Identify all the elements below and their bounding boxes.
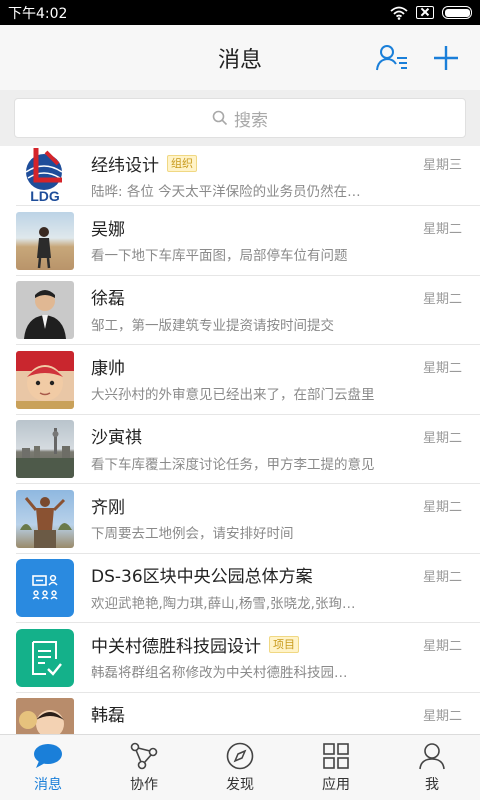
tab-messages[interactable]: 消息 <box>0 735 96 800</box>
tab-apps[interactable]: 应用 <box>288 735 384 800</box>
conversation-name: 吴娜 <box>91 219 125 240</box>
conversation-preview: 大兴孙村的外审意见已经出来了，在部门云盘里 <box>91 387 375 403</box>
bottom-tab-bar: 消息 协作 发现 应用 我 <box>0 734 480 800</box>
tab-collaboration[interactable]: 协作 <box>96 735 192 800</box>
conversation-item[interactable]: 齐刚 下周要去工地例会，请安排好时间 星期二 <box>0 484 480 554</box>
conversation-time: 星期二 <box>422 569 462 585</box>
conversation-preview: 陆晔: 各位 今天太平洋保险的业务员仍然在… <box>91 184 361 200</box>
search-placeholder: 搜索 <box>234 110 268 131</box>
statue-photo-icon <box>20 496 72 548</box>
add-button[interactable] <box>430 43 462 73</box>
conversation-item[interactable]: 吴娜 看一下地下车库平面图，局部停车位有问题 星期二 <box>0 206 480 276</box>
compass-icon <box>226 742 254 769</box>
conversation-preview: 欢迎武艳艳,陶力琪,薛山,杨雪,张晓龙,张珣… <box>91 595 356 612</box>
person-photo-icon <box>16 698 74 734</box>
conversation-time: 星期三 <box>422 158 462 173</box>
avatar <box>16 281 74 340</box>
city-photo-icon <box>16 428 74 479</box>
conversation-time: 星期二 <box>422 708 462 724</box>
avatar <box>16 628 74 687</box>
tab-label: 我 <box>425 776 439 793</box>
header: 消息 <box>0 25 480 90</box>
search-input[interactable]: 搜索 <box>14 98 466 138</box>
plus-icon <box>434 46 458 70</box>
org-tag: 组织 <box>167 154 197 172</box>
tab-discover[interactable]: 发现 <box>192 735 288 800</box>
tab-label: 协作 <box>130 776 158 793</box>
conversation-preview: 看一下地下车库平面图，局部停车位有问题 <box>91 248 348 264</box>
avatar <box>16 698 74 734</box>
conversation-list[interactable]: LDG 经纬设计 组织 陆晔: 各位 今天太平洋保险的业务员仍然在… 星期三 吴… <box>0 146 480 734</box>
person-icon <box>419 742 445 769</box>
conversation-item[interactable]: 沙寅祺 看下车库覆土深度讨论任务，甲方李工提的意见 星期二 <box>0 415 480 485</box>
person-photo-icon <box>24 290 66 340</box>
contacts-button[interactable] <box>376 43 408 73</box>
conversation-time: 星期二 <box>422 430 462 446</box>
conversation-item[interactable]: LDG 经纬设计 组织 陆晔: 各位 今天太平洋保险的业务员仍然在… 星期三 <box>0 146 480 206</box>
tab-label: 发现 <box>226 776 254 793</box>
contacts-icon <box>376 45 407 71</box>
avatar: LDG <box>16 146 74 204</box>
group-icon <box>32 575 58 600</box>
status-icons <box>390 6 472 20</box>
avatar <box>16 559 74 618</box>
conversation-name: 中关村德胜科技园设计 <box>91 636 261 657</box>
share-nodes-icon <box>130 742 158 769</box>
conversation-name: 康帅 <box>91 358 125 379</box>
conversation-time: 星期二 <box>422 639 462 654</box>
avatar <box>16 489 74 548</box>
person-photo-icon <box>37 226 51 268</box>
battery-icon <box>442 6 472 19</box>
conversation-item[interactable]: 康帅 大兴孙村的外审意见已经出来了，在部门云盘里 星期二 <box>0 345 480 415</box>
search-bar: 搜索 <box>0 90 480 146</box>
conversation-time: 星期二 <box>422 222 462 237</box>
tab-label: 消息 <box>34 776 62 793</box>
conversation-preview: 韩磊将群组名称修改为中关村德胜科技园… <box>91 665 348 681</box>
header-actions <box>376 43 462 73</box>
conversation-preview: 邹工，第一版建筑专业提资请按时间提交 <box>91 317 334 334</box>
conversation-time: 星期二 <box>422 500 462 515</box>
tab-me[interactable]: 我 <box>384 735 480 800</box>
conversation-name: 齐刚 <box>91 497 125 518</box>
conversation-item[interactable]: 徐磊 邹工，第一版建筑专业提资请按时间提交 星期二 <box>0 276 480 346</box>
page-title: 消息 <box>217 47 262 73</box>
status-time: 下午4:02 <box>8 5 68 22</box>
person-photo-icon <box>16 350 74 409</box>
conversation-time: 星期二 <box>422 361 462 376</box>
chat-bubble-icon <box>34 743 62 768</box>
ldg-logo-icon: LDG <box>25 148 63 204</box>
avatar <box>16 420 74 479</box>
conversation-name: 经纬设计 <box>91 155 159 176</box>
project-doc-icon <box>32 640 62 676</box>
logo-text: LDG <box>30 188 60 204</box>
conversation-item[interactable]: 中关村德胜科技园设计 项目 韩磊将群组名称修改为中关村德胜科技园… 星期二 <box>0 623 480 693</box>
no-sim-icon <box>416 6 434 19</box>
project-tag: 项目 <box>269 635 299 653</box>
conversation-preview: 下周要去工地例会，请安排好时间 <box>91 526 294 542</box>
conversation-name: DS-36区块中央公园总体方案 <box>91 567 313 587</box>
wifi-icon <box>390 6 408 20</box>
grid-icon <box>323 742 349 769</box>
tab-label: 应用 <box>322 776 350 793</box>
conversation-name: 沙寅祺 <box>91 428 142 448</box>
conversation-preview: 看下车库覆土深度讨论任务，甲方李工提的意见 <box>91 456 375 473</box>
avatar <box>16 350 74 409</box>
avatar <box>16 211 74 270</box>
search-icon <box>212 110 228 126</box>
conversation-name: 韩磊 <box>91 706 125 726</box>
conversation-item[interactable]: DS-36区块中央公园总体方案 欢迎武艳艳,陶力琪,薛山,杨雪,张晓龙,张珣… … <box>0 554 480 624</box>
conversation-name: 徐磊 <box>91 289 125 309</box>
conversation-time: 星期二 <box>422 291 462 307</box>
conversation-item[interactable]: 韩磊 星期二 <box>0 693 480 734</box>
status-bar: 下午4:02 <box>0 0 480 25</box>
